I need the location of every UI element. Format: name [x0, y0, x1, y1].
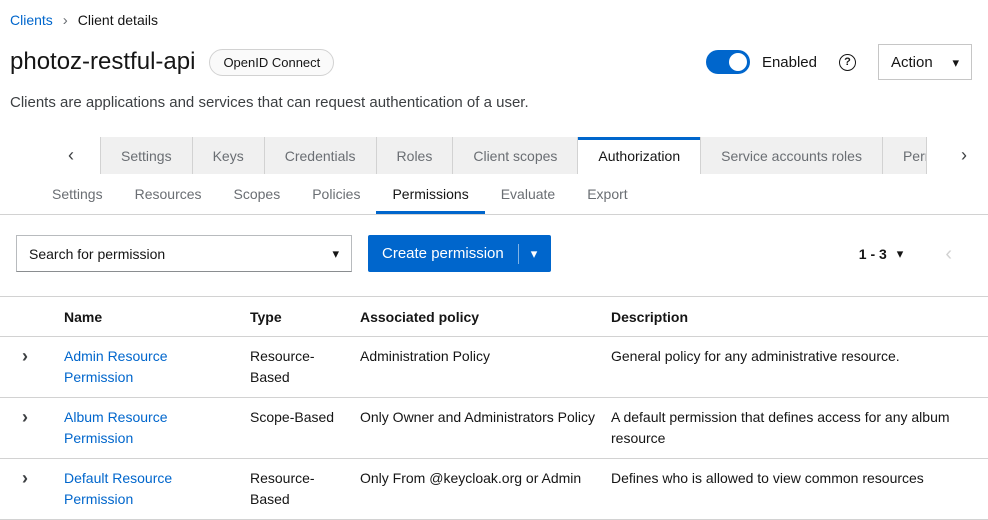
pagination-range: 1 - 3: [859, 246, 887, 262]
caret-down-icon: ▾: [531, 247, 538, 260]
search-placeholder: Search for permission: [29, 246, 165, 262]
tab-authorization[interactable]: Authorization: [578, 137, 701, 174]
chevron-left-icon: ‹: [68, 145, 74, 166]
tab-client-scopes[interactable]: Client scopes: [453, 137, 578, 174]
page-title: photoz-restful-api: [10, 48, 195, 76]
tabs-scroll-right-button[interactable]: ›: [940, 137, 988, 174]
permission-type: Resource-Based: [250, 468, 360, 510]
permission-description: Defines who is allowed to view common re…: [611, 468, 988, 510]
page: Clients › Client details photoz-restful-…: [0, 0, 988, 520]
chevron-right-icon: ›: [22, 346, 28, 366]
action-dropdown[interactable]: Action ▾: [878, 44, 972, 80]
header-actions: Enabled ? Action ▾: [706, 44, 972, 80]
create-permission-label: Create permission: [382, 245, 504, 262]
permissions-table: Name Type Associated policy Description …: [0, 296, 988, 520]
pagination-prev-button[interactable]: ‹: [939, 243, 958, 265]
subtab-settings[interactable]: Settings: [36, 174, 119, 214]
client-tabs: ‹ Settings Keys Credentials Roles Client…: [0, 137, 988, 174]
subtab-policies[interactable]: Policies: [296, 174, 376, 214]
caret-down-icon: ▾: [332, 247, 339, 260]
tabs-scroll-left-button[interactable]: ‹: [0, 137, 100, 174]
chevron-right-icon: ›: [22, 407, 28, 427]
subtab-resources[interactable]: Resources: [119, 174, 218, 214]
permissions-toolbar: Search for permission ▾ Create permissio…: [0, 215, 988, 296]
permission-policy: Administration Policy: [360, 346, 611, 388]
action-label: Action: [891, 54, 933, 71]
help-icon[interactable]: ?: [839, 54, 856, 71]
tab-roles[interactable]: Roles: [377, 137, 454, 174]
permission-search-select[interactable]: Search for permission ▾: [16, 235, 352, 272]
tab-settings[interactable]: Settings: [100, 137, 193, 174]
toggle-knob: [729, 53, 747, 71]
table-row: › Default Resource Permission Resource-B…: [0, 459, 988, 520]
column-header-description: Description: [611, 309, 988, 325]
chevron-left-icon: ‹: [945, 243, 952, 265]
expand-row-button[interactable]: ›: [16, 468, 28, 489]
subtab-permissions[interactable]: Permissions: [376, 174, 484, 214]
breadcrumb: Clients › Client details: [0, 0, 988, 28]
permission-name-link[interactable]: Default Resource Permission: [64, 470, 172, 507]
tab-credentials[interactable]: Credentials: [265, 137, 377, 174]
client-description: Clients are applications and services th…: [0, 94, 988, 111]
permission-policy: Only From @keycloak.org or Admin: [360, 468, 611, 510]
enabled-label: Enabled: [762, 54, 817, 71]
protocol-badge: OpenID Connect: [209, 49, 334, 76]
caret-down-icon: ▾: [897, 247, 904, 260]
column-header-name: Name: [64, 309, 250, 325]
tab-service-accounts-roles[interactable]: Service accounts roles: [701, 137, 883, 174]
breadcrumb-current: Client details: [78, 12, 158, 28]
expand-row-button[interactable]: ›: [16, 346, 28, 367]
column-header-type: Type: [250, 309, 360, 325]
chevron-right-icon: ›: [961, 145, 967, 166]
chevron-right-icon: ›: [22, 468, 28, 488]
enabled-toggle[interactable]: [706, 50, 750, 74]
permission-type: Scope-Based: [250, 407, 360, 449]
subtab-scopes[interactable]: Scopes: [218, 174, 297, 214]
permission-description: General policy for any administrative re…: [611, 346, 988, 388]
column-header-policy: Associated policy: [360, 309, 611, 325]
tab-list: Settings Keys Credentials Roles Client s…: [100, 137, 940, 174]
pagination-dropdown[interactable]: 1 - 3 ▾: [853, 245, 910, 263]
page-header: photoz-restful-api OpenID Connect Enable…: [0, 44, 988, 80]
table-row: › Album Resource Permission Scope-Based …: [0, 398, 988, 459]
tab-permissions[interactable]: Permissions: [883, 137, 927, 174]
permission-name-link[interactable]: Admin Resource Permission: [64, 348, 168, 385]
button-divider: [518, 244, 519, 264]
pagination: 1 - 3 ▾ ‹: [853, 243, 972, 265]
expand-row-button[interactable]: ›: [16, 407, 28, 428]
subtab-export[interactable]: Export: [571, 174, 643, 214]
subtab-evaluate[interactable]: Evaluate: [485, 174, 571, 214]
tab-keys[interactable]: Keys: [193, 137, 265, 174]
table-row: › Admin Resource Permission Resource-Bas…: [0, 337, 988, 398]
breadcrumb-clients-link[interactable]: Clients: [10, 12, 53, 28]
permission-name-link[interactable]: Album Resource Permission: [64, 409, 168, 446]
permission-description: A default permission that defines access…: [611, 407, 988, 449]
caret-down-icon: ▾: [952, 56, 959, 69]
permission-type: Resource-Based: [250, 346, 360, 388]
create-permission-button[interactable]: Create permission ▾: [368, 235, 551, 272]
table-header-row: Name Type Associated policy Description: [0, 297, 988, 337]
authorization-subtabs: Settings Resources Scopes Policies Permi…: [0, 174, 988, 215]
chevron-right-icon: ›: [63, 13, 68, 28]
permission-policy: Only Owner and Administrators Policy: [360, 407, 611, 449]
